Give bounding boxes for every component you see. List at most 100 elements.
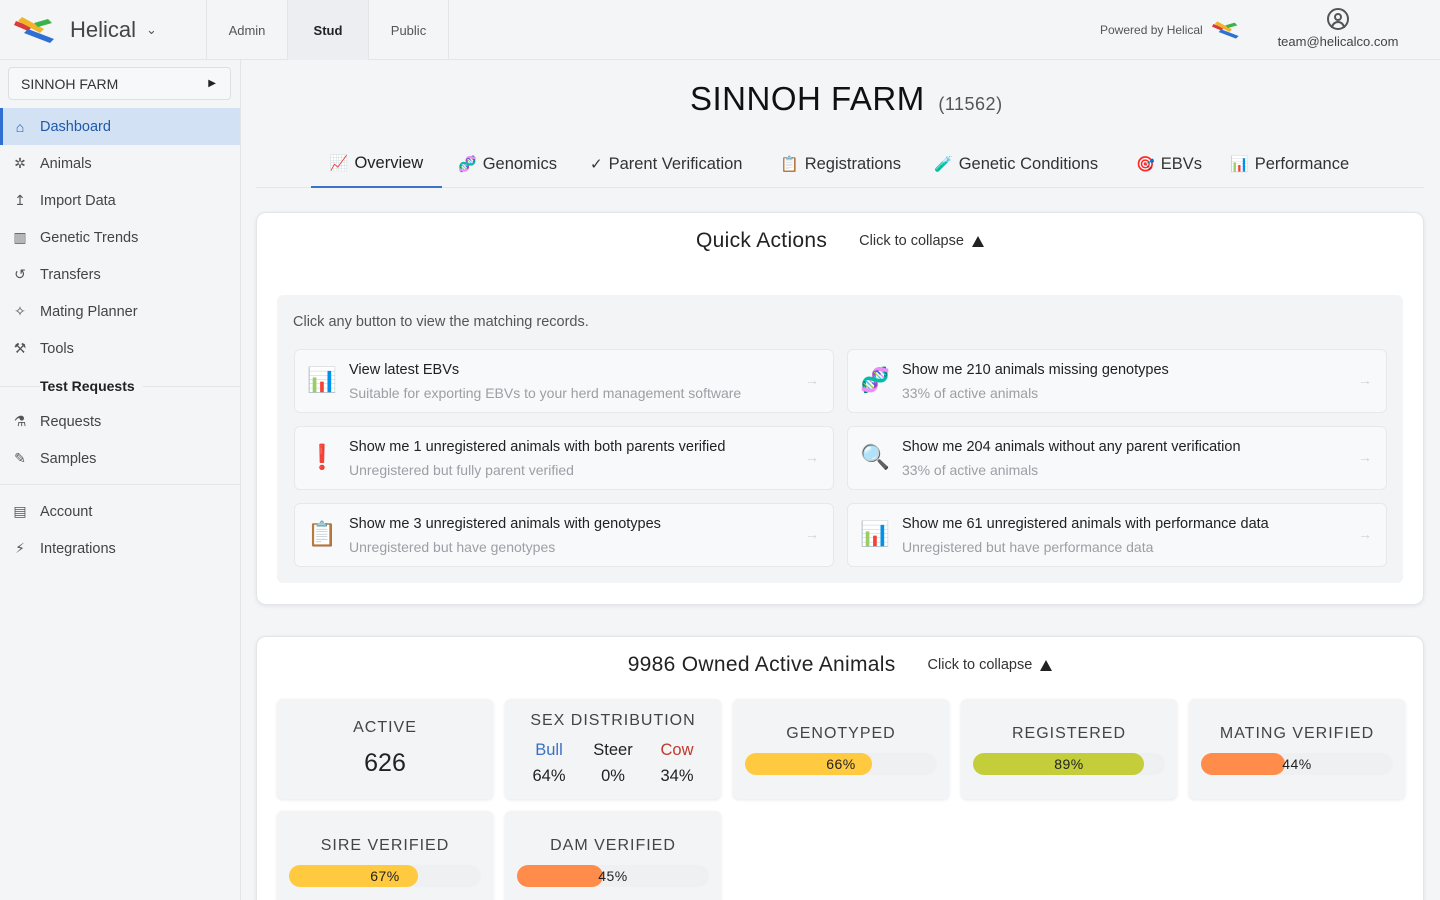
progress-bar-text: 67%: [370, 868, 400, 884]
tab-label: Genomics: [482, 154, 557, 173]
cow-icon: ✲: [14, 155, 26, 171]
sex-bull-label: Bull: [535, 741, 563, 759]
sidebar-item-transfers[interactable]: ↺ Transfers: [0, 256, 240, 293]
owned-animals-collapse-button[interactable]: Click to collapse: [928, 657, 1053, 673]
quick-actions-card: Quick Actions Click to collapse Click an…: [256, 212, 1424, 605]
sex-values-row: 64% 0% 34%: [505, 767, 721, 786]
stat-registered[interactable]: REGISTERED 89%: [961, 699, 1177, 799]
tab-label: Parent Verification: [608, 154, 743, 173]
sidebar-section-test-requests: Test Requests: [40, 378, 143, 394]
sex-labels-row: Bull Steer Cow: [505, 741, 721, 760]
quick-actions-collapse-button[interactable]: Click to collapse: [859, 233, 984, 249]
quick-actions-panel: Click any button to view the matching re…: [277, 295, 1403, 583]
sex-cow-label: Cow: [660, 741, 694, 759]
farm-selector[interactable]: SINNOH FARM ▶: [8, 67, 231, 100]
home-icon: ⌂: [15, 118, 25, 135]
owned-animals-card: 9986 Owned Active Animals Click to colla…: [256, 636, 1424, 900]
stat-active[interactable]: ACTIVE 626: [277, 699, 493, 799]
quick-action-subtitle: 33% of active animals: [902, 385, 1039, 401]
tab-parent-verification[interactable]: ✓ Parent Verification: [590, 140, 743, 188]
arrow-right-icon: →: [805, 526, 819, 542]
stat-dam-verified[interactable]: DAM VERIFIED 45%: [505, 811, 721, 900]
bar-chart-icon: 📊: [1230, 156, 1249, 173]
magnifier-icon: 🔍: [860, 444, 890, 471]
triangle-up-icon: [1040, 659, 1053, 671]
quick-action-title: Show me 61 unregistered animals with per…: [902, 516, 1269, 532]
powered-by-text: Powered by Helical: [1100, 23, 1203, 37]
brand-switcher[interactable]: Helical ⌄: [14, 12, 157, 48]
sidebar-item-label: Integrations: [40, 540, 116, 557]
quick-action-no-parent-verification[interactable]: 🔍 Show me 204 animals without any parent…: [847, 426, 1387, 490]
progress-bar-text: 66%: [826, 756, 856, 772]
user-avatar-icon: [1327, 8, 1349, 30]
sidebar-item-label: Genetic Trends: [40, 229, 139, 246]
tab-label: Registrations: [804, 154, 901, 173]
sidebar-divider: [0, 484, 240, 485]
sidebar-item-label: Transfers: [40, 266, 101, 283]
tab-label: Performance: [1254, 154, 1350, 173]
progress-bar-text: 45%: [598, 868, 628, 884]
target-icon: 🎯: [1136, 156, 1155, 173]
progress-bar-text: 44%: [1282, 756, 1312, 772]
stat-genotyped[interactable]: GENOTYPED 66%: [733, 699, 949, 799]
top-tab-stud[interactable]: Stud: [287, 0, 368, 60]
stat-label: SIRE VERIFIED: [320, 837, 450, 854]
user-menu[interactable]: team@helicalco.com: [1268, 8, 1408, 49]
quick-action-missing-genotypes[interactable]: 🧬 Show me 210 animals missing genotypes …: [847, 349, 1387, 413]
tab-genetic-conditions[interactable]: 🧪 Genetic Conditions: [934, 140, 1098, 188]
tab-registrations[interactable]: 📋 Registrations: [780, 140, 901, 188]
triangle-up-icon: [971, 235, 984, 247]
stat-sire-verified[interactable]: SIRE VERIFIED 67%: [277, 811, 493, 900]
sidebar-item-mating-planner[interactable]: ✧ Mating Planner: [0, 293, 240, 330]
tab-performance[interactable]: 📊 Performance: [1230, 140, 1349, 188]
quick-action-unregistered-genotypes[interactable]: 📋 Show me 3 unregistered animals with ge…: [294, 503, 834, 567]
arrow-right-icon: →: [1358, 372, 1372, 388]
quick-action-subtitle: Suitable for exporting EBVs to your herd…: [349, 385, 742, 401]
tab-label: Overview: [354, 153, 424, 172]
sidebar-item-label: Account: [40, 503, 93, 520]
sidebar-item-samples[interactable]: ✎ Samples: [0, 440, 240, 477]
dna-icon: 🧬: [458, 156, 477, 173]
quick-action-latest-ebvs[interactable]: 📊 View latest EBVs Suitable for exportin…: [294, 349, 834, 413]
sidebar-item-label: Requests: [40, 413, 102, 430]
history-icon: ↺: [14, 266, 26, 282]
quick-action-title: Show me 210 animals missing genotypes: [902, 362, 1169, 378]
sidebar-item-label: Mating Planner: [40, 303, 138, 320]
top-tab-admin[interactable]: Admin: [206, 0, 287, 60]
stat-label: MATING VERIFIED: [1219, 725, 1375, 742]
stat-sex-distribution[interactable]: SEX DISTRIBUTION Bull Steer Cow 64% 0% 3…: [505, 699, 721, 799]
top-tab-public[interactable]: Public: [368, 0, 449, 60]
sidebar-item-animals[interactable]: ✲ Animals: [0, 145, 240, 182]
tab-ebvs[interactable]: 🎯 EBVs: [1136, 140, 1202, 188]
sidebar-item-integrations[interactable]: ⚡ Integrations: [0, 530, 240, 567]
page-title: SINNOH FARM (11562): [690, 80, 1003, 118]
progress-bar: 45%: [517, 865, 709, 887]
sex-steer-label: Steer: [593, 741, 633, 759]
stat-label: SEX DISTRIBUTION: [530, 712, 696, 729]
quick-action-unregistered-performance[interactable]: 📊 Show me 61 unregistered animals with p…: [847, 503, 1387, 567]
progress-bar: 67%: [289, 865, 481, 887]
owned-animals-title: 9986 Owned Active Animals: [627, 653, 896, 676]
sidebar-item-dashboard[interactable]: ⌂ Dashboard: [0, 108, 240, 145]
sidebar-item-import-data[interactable]: ↥ Import Data: [0, 182, 240, 219]
tab-overview[interactable]: 📈 Overview: [311, 140, 442, 188]
quick-action-subtitle: Unregistered but fully parent verified: [349, 462, 574, 478]
sidebar-item-requests[interactable]: ⚗ Requests: [0, 403, 240, 440]
chevron-down-icon: ⌄: [146, 22, 157, 37]
stat-mating-verified[interactable]: MATING VERIFIED 44%: [1189, 699, 1405, 799]
sex-steer-value: 0%: [601, 767, 625, 785]
sidebar-item-genetic-trends[interactable]: ▥ Genetic Trends: [0, 219, 240, 256]
arrow-right-icon: →: [805, 372, 819, 388]
stat-label: GENOTYPED: [786, 725, 896, 742]
quick-action-subtitle: 33% of active animals: [902, 462, 1039, 478]
top-bar: Helical ⌄ Admin Stud Public Powered by H…: [0, 0, 1440, 60]
tools-icon: ⚒: [13, 340, 27, 356]
farm-selector-label: SINNOH FARM: [21, 75, 119, 92]
quick-action-unregistered-parents-verified[interactable]: ❗ Show me 1 unregistered animals with bo…: [294, 426, 834, 490]
tab-genomics[interactable]: 🧬 Genomics: [458, 140, 557, 188]
progress-bar: 66%: [745, 753, 937, 775]
bar-chart-icon: 📊: [307, 367, 337, 394]
sidebar-item-account[interactable]: ▤ Account: [0, 493, 240, 530]
owned-animals-header: 9986 Owned Active Animals Click to colla…: [257, 653, 1423, 677]
sidebar-item-tools[interactable]: ⚒ Tools: [0, 330, 240, 367]
